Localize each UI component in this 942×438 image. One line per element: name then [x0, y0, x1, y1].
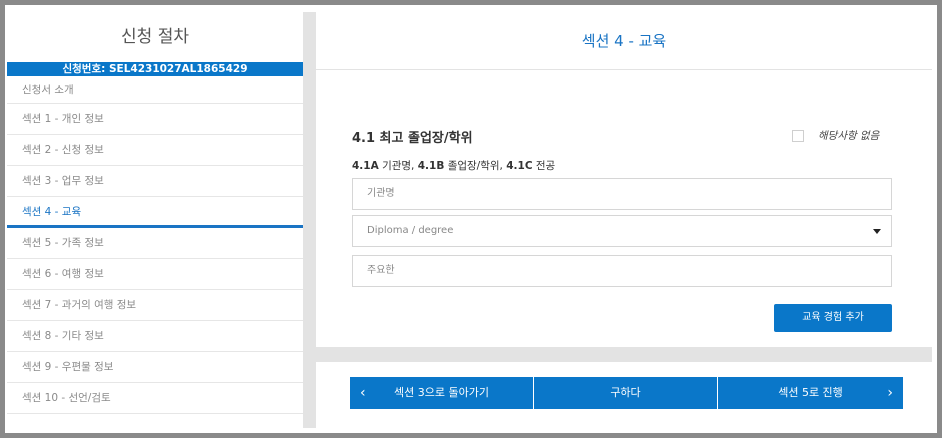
sidebar-item-section-9[interactable]: 섹션 9 - 우편물 정보	[7, 352, 303, 383]
label-code-c: 4.1C	[506, 160, 533, 172]
degree-select[interactable]: Diploma / degree	[352, 215, 892, 247]
sidebar-item-section-6[interactable]: 섹션 6 - 여행 정보	[7, 259, 303, 290]
degree-select-value: Diploma / degree	[367, 225, 454, 236]
not-applicable-label: 해당사항 없음	[818, 130, 880, 142]
footer: ‹ 섹션 3으로 돌아가기 구하다 섹션 5로 진행 ›	[316, 362, 932, 428]
not-applicable-group: 해당사항 없음	[792, 128, 879, 143]
sidebar-item-section-10[interactable]: 섹션 10 - 선언/검토	[7, 383, 303, 414]
label-text-a: 기관명,	[382, 160, 415, 172]
sidebar-item-section-4[interactable]: 섹션 4 - 교육	[7, 197, 303, 228]
caret-down-icon	[873, 229, 881, 234]
label-code-a: 4.1A	[352, 160, 379, 172]
sidebar-item-section-7[interactable]: 섹션 7 - 과거의 여행 정보	[7, 290, 303, 321]
label-text-c: 전공	[535, 160, 556, 172]
major-input[interactable]: 주요한	[352, 255, 892, 287]
application-number-banner: 신청번호: SEL4231027AL1865429	[7, 62, 303, 76]
chevron-right-icon: ›	[887, 385, 893, 401]
sidebar-title: 신청 절차	[121, 27, 189, 47]
sidebar-item-section-5[interactable]: 섹션 5 - 가족 정보	[7, 228, 303, 259]
label-code-b: 4.1B	[417, 160, 445, 172]
sidebar-item-section-1[interactable]: 섹션 1 - 개인 정보	[7, 104, 303, 135]
chevron-left-icon: ‹	[360, 385, 366, 401]
sidebar-item-section-8[interactable]: 섹션 8 - 기타 정보	[7, 321, 303, 352]
field-labels: 4.1A 기관명, 4.1B 졸업장/학위, 4.1C 전공	[352, 158, 555, 173]
column-divider	[303, 12, 316, 428]
next-button-label: 섹션 5로 진행	[778, 386, 843, 399]
institution-input[interactable]: 기관명	[352, 178, 892, 210]
not-applicable-checkbox[interactable]	[792, 129, 804, 142]
back-to-section-3-button[interactable]: ‹ 섹션 3으로 돌아가기	[350, 377, 534, 409]
page-title: 섹션 4 - 교육	[316, 12, 932, 70]
sidebar-item-section-3[interactable]: 섹션 3 - 업무 정보	[7, 166, 303, 197]
sidebar-item-intro[interactable]: 신청서 소개	[7, 76, 303, 104]
save-button[interactable]: 구하다	[534, 377, 718, 409]
sidebar: 신청 절차 신청번호: SEL4231027AL1865429 신청서 소개 섹…	[7, 12, 303, 428]
sidebar-item-section-2[interactable]: 섹션 2 - 신청 정보	[7, 135, 303, 166]
back-button-label: 섹션 3으로 돌아가기	[394, 386, 489, 399]
main-panel: 섹션 4 - 교육 4.1 최고 졸업장/학위 해당사항 없음 4.1A 기관명…	[316, 12, 932, 347]
section-title: 4.1 최고 졸업장/학위	[352, 131, 473, 146]
footer-navigation: ‹ 섹션 3으로 돌아가기 구하다 섹션 5로 진행 ›	[350, 377, 903, 409]
proceed-to-section-5-button[interactable]: 섹션 5로 진행 ›	[718, 377, 903, 409]
add-education-button[interactable]: 교육 경험 추가	[774, 304, 892, 332]
label-text-b: 졸업장/학위,	[447, 160, 503, 172]
footer-separator	[316, 347, 932, 362]
